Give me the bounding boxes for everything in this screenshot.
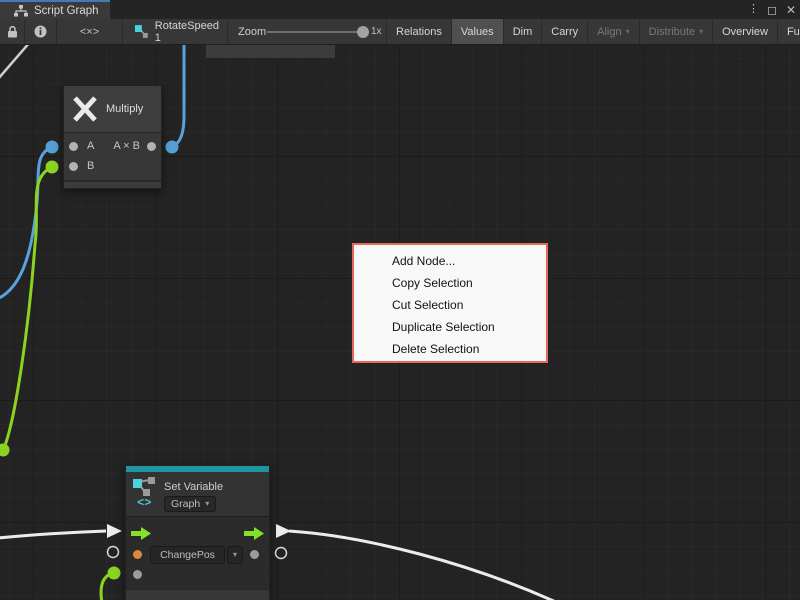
tab-title: Script Graph [34,5,99,17]
variable-input-port[interactable] [133,550,142,559]
info-icon [34,25,47,38]
chevron-down-icon: ▾ [699,28,703,36]
exec-output-arrow[interactable] [244,527,264,540]
window-controls: ⋮ ◻ ✕ [748,0,796,19]
menu-item-duplicate-selection[interactable]: Duplicate Selection [354,316,546,338]
context-menu: Add Node... Copy Selection Cut Selection… [352,243,548,363]
graph-node-icon [134,24,149,39]
overview-button[interactable]: Overview [713,19,778,44]
node-title: Set Variable [164,481,223,493]
breadcrumb-label: RotateSpeed 1 [155,20,227,44]
lock-button[interactable] [0,19,25,44]
exec-arrowhead-in [107,524,122,538]
menu-item-delete-selection[interactable]: Delete Selection [354,338,546,360]
graph-toolbar: <×> RotateSpeed 1 Zoom 1x Relations Valu… [0,19,800,45]
values-button[interactable]: Values [452,19,504,44]
exec-input-arrow[interactable] [131,527,151,540]
edge-blue-right[interactable] [172,45,184,147]
port-ring-right[interactable] [276,548,287,559]
port-a-input[interactable] [69,142,78,151]
edge-dot-blue-a [46,141,59,154]
port-b-input[interactable] [69,162,78,171]
chevron-down-icon: ▾ [233,551,237,559]
svg-text:<>: <> [137,496,151,508]
set-variable-icon: <> [132,476,158,508]
zoom-slider-track[interactable] [267,31,358,33]
variable-scope-dropdown[interactable]: Graph ▾ [164,496,216,512]
set-variable-body: ChangePos ▾ [126,516,269,586]
dim-button[interactable]: Dim [504,19,543,44]
node-title: Multiply [106,103,143,115]
multiply-body: A A × B B [64,132,161,180]
multiply-x-icon [71,96,99,122]
edge-white-in[interactable] [0,531,106,538]
graph-canvas[interactable]: Multiply A A × B B [0,45,800,600]
edge-white-topleft[interactable] [0,45,30,79]
port-b-label: B [87,160,94,172]
value-input-port[interactable] [133,570,142,579]
maximize-icon[interactable]: ◻ [767,4,777,16]
zoom-value: 1x [371,19,382,44]
close-icon[interactable]: ✕ [786,4,796,16]
full-screen-button[interactable]: Full Screen [778,19,800,44]
edge-green-left[interactable] [4,167,52,448]
edge-dot-blue-out [166,141,179,154]
tab-script-graph[interactable]: Script Graph [0,0,110,19]
edge-dot-green-b [46,161,59,174]
code-icon: <×> [80,26,99,38]
toolbar-button-group: Relations Values Dim Carry Align ▾ Distr… [386,19,800,44]
edge-dot-green-setvar [108,567,121,580]
menu-item-add-node[interactable]: Add Node... [354,250,546,272]
zoom-label: Zoom [238,19,266,44]
set-variable-footer [126,589,269,600]
node-multiply[interactable]: Multiply A A × B B [63,85,162,189]
menu-item-copy-selection[interactable]: Copy Selection [354,272,546,294]
lock-icon [7,26,18,38]
set-variable-header: <> Set Variable Graph ▾ [126,472,269,516]
edge-dot-green-end [0,444,10,457]
node-set-variable[interactable]: <> Set Variable Graph ▾ [125,465,270,600]
edge-blue-left[interactable] [0,147,52,299]
align-dropdown[interactable]: Align ▾ [588,19,639,44]
edge-white-out[interactable] [289,531,558,600]
breadcrumb[interactable]: RotateSpeed 1 [123,19,228,44]
info-button[interactable] [25,19,57,44]
relations-button[interactable]: Relations [387,19,452,44]
port-a-label: A [87,140,94,152]
port-out-output[interactable] [147,142,156,151]
multiply-footer [64,180,161,188]
graph-icon [14,5,28,17]
chevron-down-icon: ▾ [205,500,209,508]
menu-item-cut-selection[interactable]: Cut Selection [354,294,546,316]
zoom-slider-handle[interactable] [357,26,369,38]
variable-name-dropdown[interactable]: ChangePos [150,546,225,564]
variable-name-caret-button[interactable]: ▾ [227,546,243,564]
distribute-dropdown[interactable]: Distribute ▾ [640,19,713,44]
exec-arrowhead-out [276,524,291,538]
value-output-port[interactable] [250,550,259,559]
multiply-header: Multiply [64,86,161,132]
port-ring-left[interactable] [108,547,119,558]
chevron-down-icon: ▾ [626,28,630,36]
tab-bar: Script Graph ⋮ ◻ ✕ [0,0,800,19]
port-out-label: A × B [113,140,140,152]
code-view-button[interactable]: <×> [57,19,123,44]
script-graph-window: Script Graph ⋮ ◻ ✕ <×> [0,0,800,600]
carry-button[interactable]: Carry [542,19,588,44]
window-menu-icon[interactable]: ⋮ [748,4,758,15]
